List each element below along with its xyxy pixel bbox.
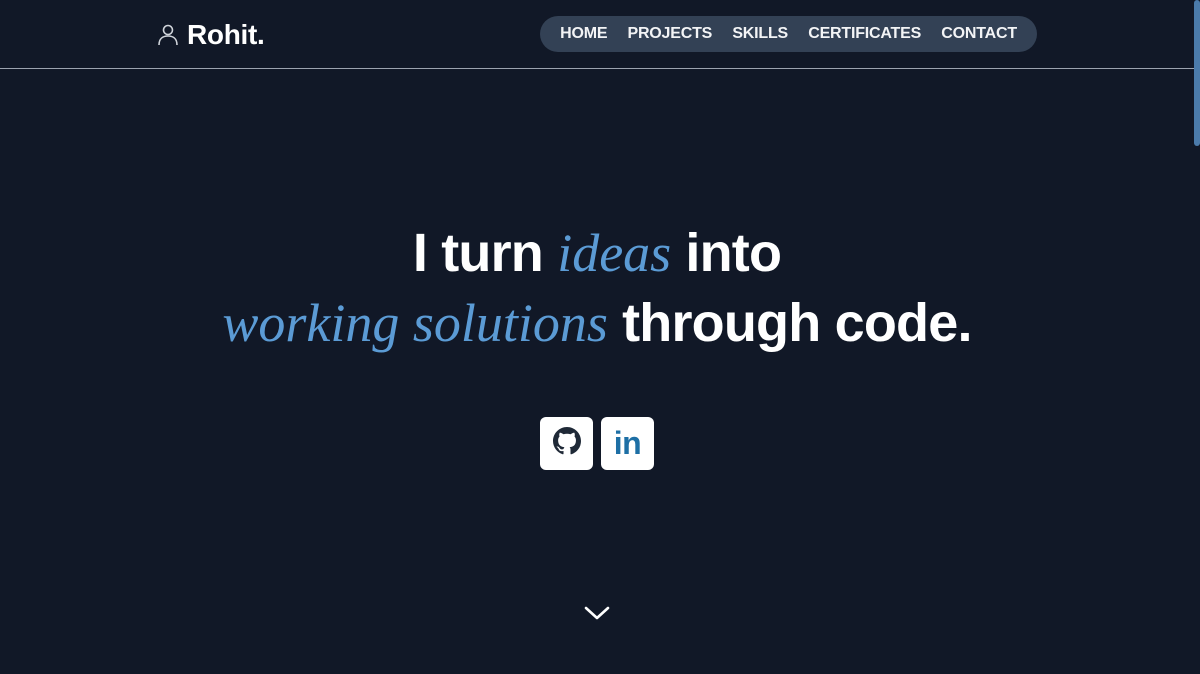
linkedin-icon: in — [613, 425, 642, 461]
social-links: in — [540, 417, 654, 470]
page: Rohit. HOME PROJECTS SKILLS CERTIFICATES… — [0, 0, 1200, 674]
scrollbar-thumb[interactable] — [1194, 0, 1200, 146]
headline-text: I turn — [412, 223, 558, 283]
hero-headline: I turn ideas into working solutions thro… — [0, 218, 1194, 358]
github-icon — [552, 427, 581, 460]
github-button[interactable] — [540, 417, 593, 470]
nav-item-home[interactable]: HOME — [560, 25, 607, 43]
site-header: Rohit. HOME PROJECTS SKILLS CERTIFICATES… — [0, 0, 1194, 69]
main-nav: HOME PROJECTS SKILLS CERTIFICATES CONTAC… — [540, 16, 1037, 52]
nav-item-contact[interactable]: CONTACT — [941, 25, 1017, 43]
user-icon — [157, 23, 179, 47]
nav-item-skills[interactable]: SKILLS — [732, 25, 788, 43]
headline-line-1: I turn ideas into — [412, 223, 782, 283]
headline-text: through code. — [607, 293, 972, 353]
nav-item-projects[interactable]: PROJECTS — [627, 25, 712, 43]
headline-text: into — [671, 223, 782, 283]
headline-accent: working solutions — [222, 293, 608, 353]
nav-item-certificates[interactable]: CERTIFICATES — [808, 25, 921, 43]
brand-logo[interactable]: Rohit. — [157, 17, 265, 53]
headline-line-2: working solutions through code. — [222, 293, 972, 353]
chevron-down-icon[interactable] — [583, 603, 611, 623]
brand-name: Rohit. — [187, 19, 265, 50]
linkedin-button[interactable]: in — [601, 417, 654, 470]
scrollbar[interactable] — [1194, 0, 1200, 674]
headline-accent: ideas — [557, 223, 672, 283]
